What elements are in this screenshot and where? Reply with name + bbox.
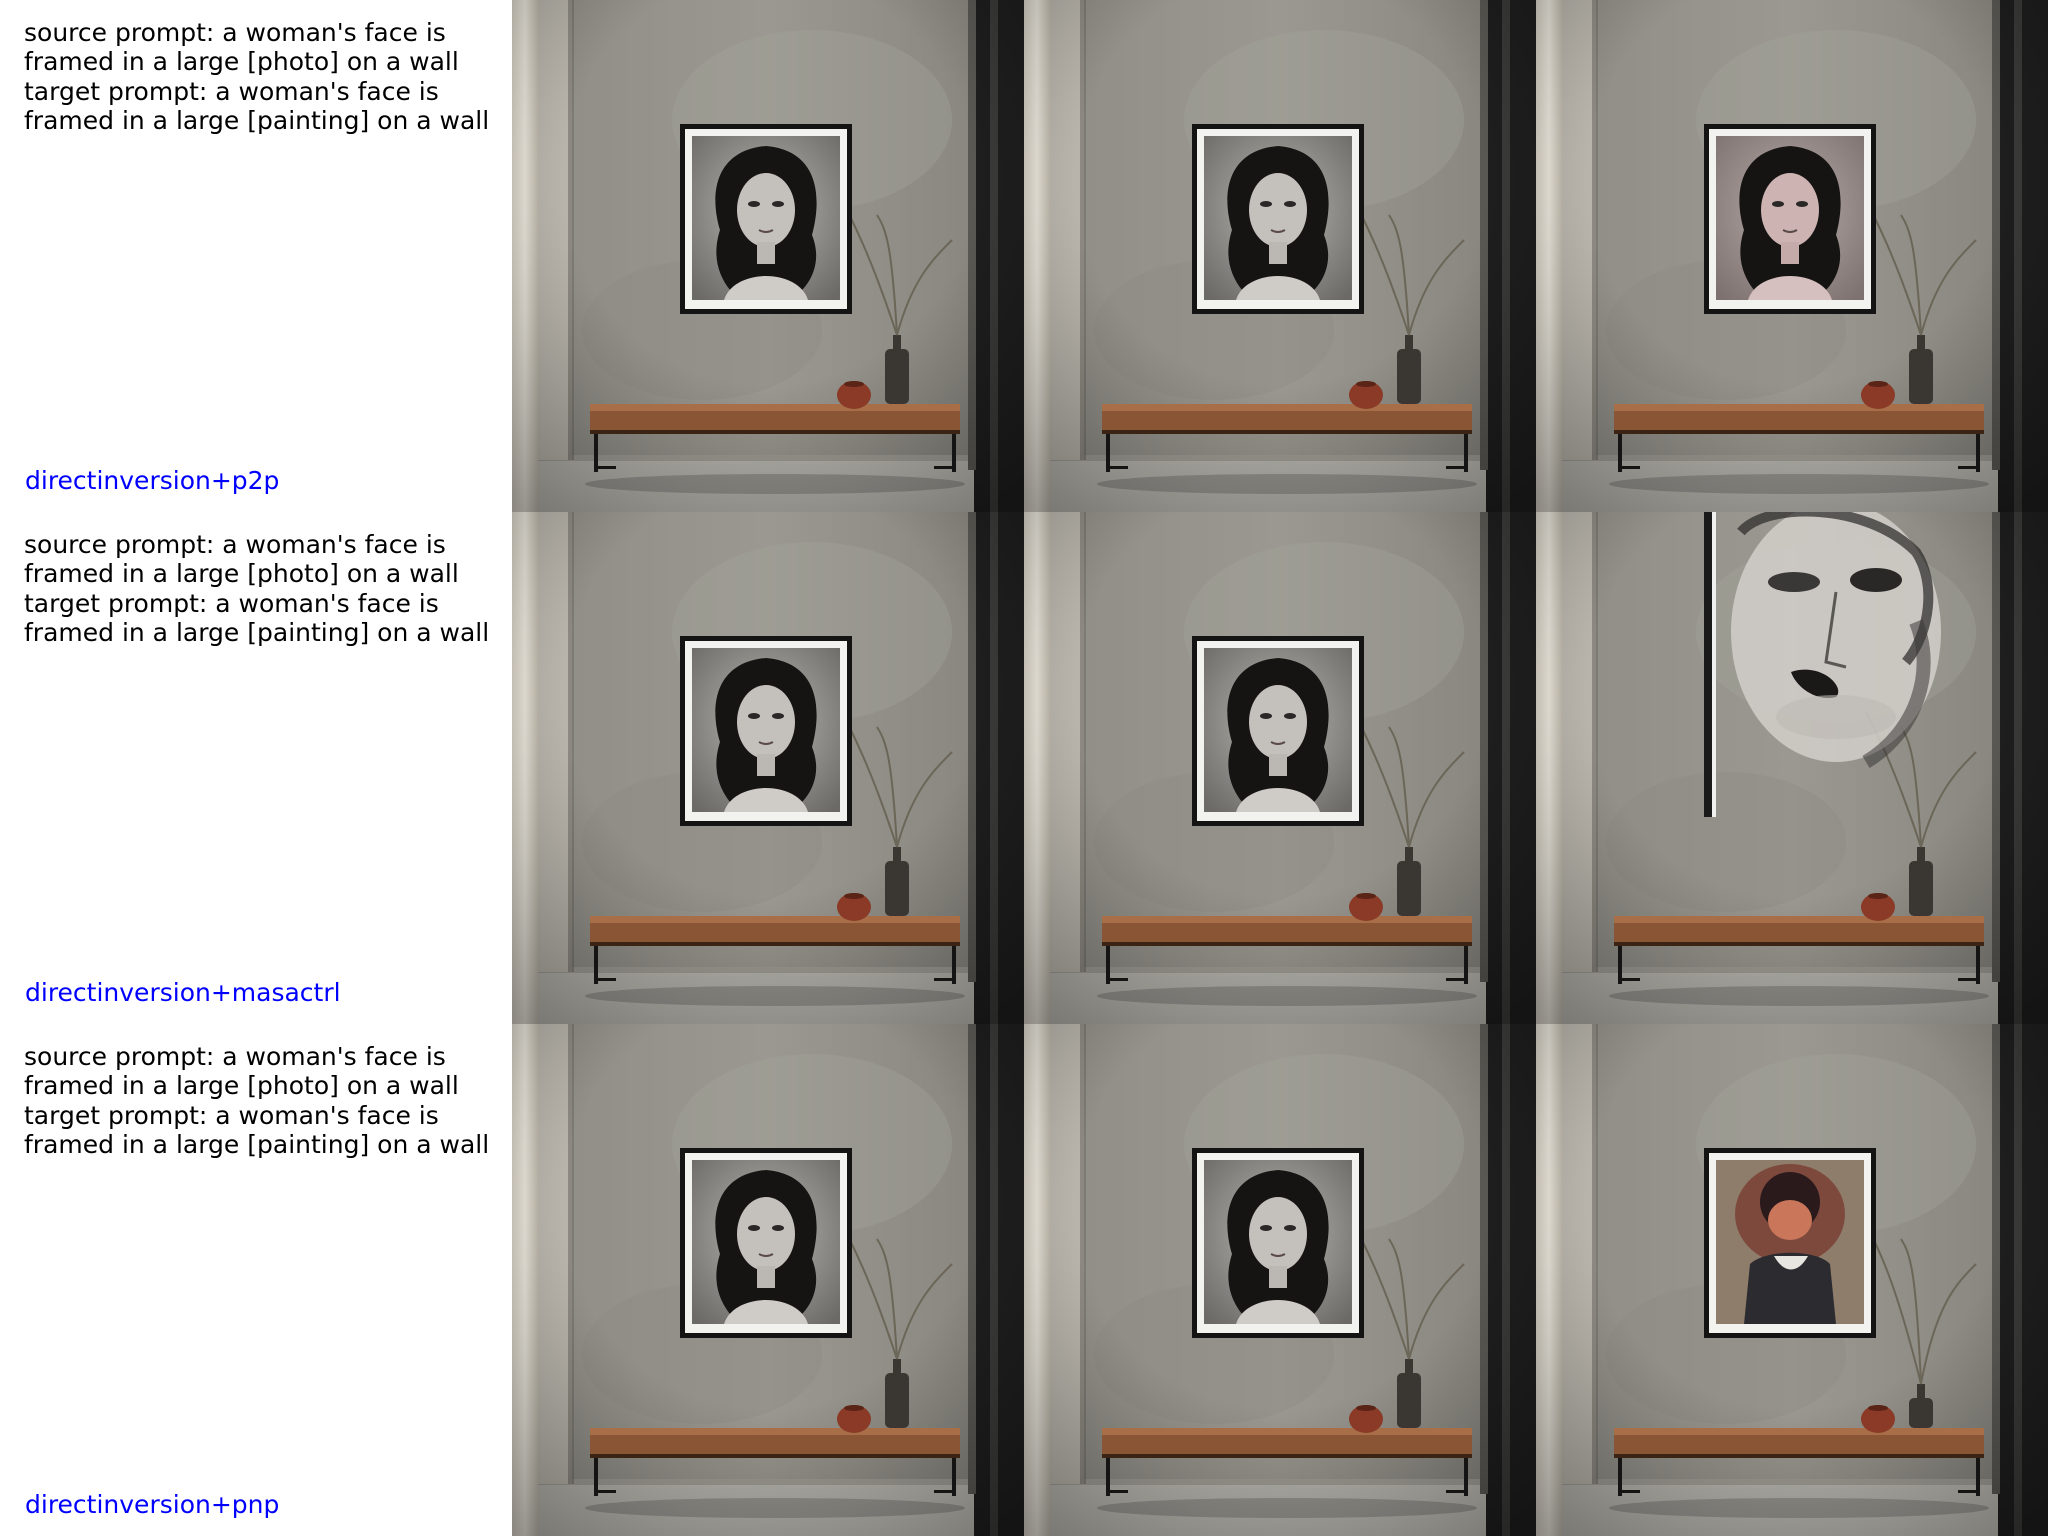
- prompt-line: target prompt: a woman's face is: [24, 77, 439, 106]
- framed-artwork: [1192, 124, 1364, 314]
- room-scene-image: [512, 1024, 1024, 1536]
- framed-artwork: [680, 124, 852, 314]
- source-image-panel: [512, 1024, 1024, 1536]
- clay-bowl: [837, 1405, 871, 1433]
- method-label: directinversion+masactrl: [25, 978, 341, 1007]
- edited-image-panel: [1536, 0, 2048, 512]
- prompt-line: source prompt: a woman's face is: [24, 1042, 446, 1071]
- method-label: directinversion+p2p: [25, 466, 280, 495]
- clay-bowl: [1349, 381, 1383, 409]
- prompt-line: framed in a large [painting] on a wall: [24, 106, 490, 135]
- edited-image-panel: [1536, 1024, 2048, 1536]
- framed-artwork: [1704, 1148, 1876, 1338]
- clay-bowl: [1861, 381, 1895, 409]
- result-row-3: source prompt: a woman's face is framed …: [0, 1024, 2048, 1536]
- prompt-line: target prompt: a woman's face is: [24, 1101, 439, 1130]
- row-label-column: source prompt: a woman's face is framed …: [0, 512, 512, 1024]
- method-label: directinversion+pnp: [25, 1490, 280, 1519]
- clay-bowl: [1861, 1405, 1895, 1433]
- reconstruction-image-panel: [1024, 512, 1536, 1024]
- framed-artwork: [1192, 636, 1364, 826]
- room-scene-image: [1536, 1024, 2048, 1536]
- clay-bowl: [837, 893, 871, 921]
- clay-bowl: [1349, 893, 1383, 921]
- clay-bowl: [837, 381, 871, 409]
- room-scene-image: [512, 512, 1024, 1024]
- result-row-1: source prompt: a woman's face is framed …: [0, 0, 2048, 512]
- row-label-column: source prompt: a woman's face is framed …: [0, 0, 512, 512]
- result-row-2: source prompt: a woman's face is framed …: [0, 512, 2048, 1024]
- room-scene-image: [1536, 512, 2048, 1024]
- prompt-line: source prompt: a woman's face is: [24, 18, 446, 47]
- room-scene-image: [1024, 0, 1536, 512]
- reconstruction-image-panel: [1024, 0, 1536, 512]
- prompt-line: framed in a large [photo] on a wall: [24, 47, 459, 76]
- source-image-panel: [512, 512, 1024, 1024]
- clay-bowl: [1349, 1405, 1383, 1433]
- framed-artwork: [1192, 1148, 1364, 1338]
- edited-image-panel: [1536, 512, 2048, 1024]
- framed-artwork: [1704, 124, 1876, 314]
- room-scene-image: [512, 0, 1024, 512]
- room-scene-image: [1024, 512, 1536, 1024]
- prompt-line: framed in a large [photo] on a wall: [24, 559, 459, 588]
- row-label-column: source prompt: a woman's face is framed …: [0, 1024, 512, 1536]
- prompt-line: framed in a large [painting] on a wall: [24, 1130, 490, 1159]
- prompt-line: framed in a large [painting] on a wall: [24, 618, 490, 647]
- prompt-line: framed in a large [photo] on a wall: [24, 1071, 459, 1100]
- source-image-panel: [512, 0, 1024, 512]
- room-scene-image: [1536, 0, 2048, 512]
- room-scene-image: [1024, 1024, 1536, 1536]
- framed-artwork: [680, 1148, 852, 1338]
- framed-artwork: [680, 636, 852, 826]
- prompt-line: target prompt: a woman's face is: [24, 589, 439, 618]
- clay-bowl: [1861, 893, 1895, 921]
- reconstruction-image-panel: [1024, 1024, 1536, 1536]
- prompt-line: source prompt: a woman's face is: [24, 530, 446, 559]
